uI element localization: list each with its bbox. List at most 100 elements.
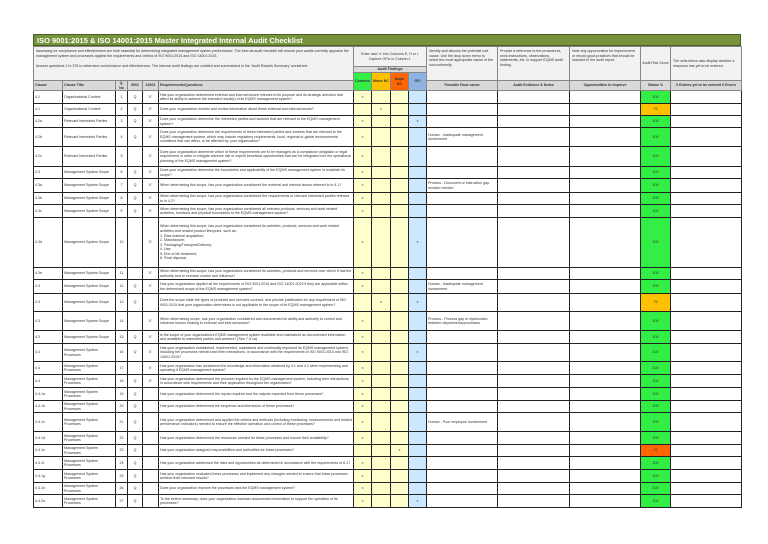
- opportunities-cell[interactable]: [569, 469, 642, 484]
- minor-nc-cell[interactable]: [371, 217, 392, 269]
- root-cause-cell[interactable]: [426, 456, 499, 471]
- audit-evidence-cell[interactable]: [497, 279, 571, 295]
- audit-evidence-cell[interactable]: [497, 494, 571, 509]
- audit-evidence-cell[interactable]: [497, 456, 571, 471]
- conform-cell[interactable]: x: [353, 330, 373, 345]
- minor-nc-cell[interactable]: [371, 178, 392, 194]
- ofi-cell[interactable]: [408, 204, 428, 219]
- ofi-cell[interactable]: [408, 482, 428, 496]
- minor-nc-cell[interactable]: [371, 469, 392, 484]
- ofi-cell[interactable]: [408, 469, 428, 484]
- minor-nc-cell[interactable]: [371, 204, 392, 219]
- root-cause-cell[interactable]: [426, 192, 499, 206]
- major-nc-cell[interactable]: [390, 166, 410, 180]
- opportunities-cell[interactable]: [569, 400, 642, 414]
- major-nc-cell[interactable]: [390, 400, 410, 414]
- conform-cell[interactable]: x: [353, 115, 373, 129]
- root-cause-cell[interactable]: Human - Inadequate management involvemen…: [426, 127, 499, 148]
- ofi-cell[interactable]: [408, 412, 428, 433]
- ofi-cell[interactable]: [408, 311, 428, 332]
- ofi-cell[interactable]: [408, 103, 428, 117]
- minor-nc-cell[interactable]: [371, 330, 392, 345]
- ofi-cell[interactable]: [408, 192, 428, 206]
- minor-nc-cell[interactable]: [371, 192, 392, 206]
- audit-evidence-cell[interactable]: [497, 166, 571, 180]
- root-cause-cell[interactable]: [426, 374, 499, 389]
- minor-nc-cell[interactable]: [371, 343, 392, 363]
- major-nc-cell[interactable]: [390, 469, 410, 484]
- audit-evidence-cell[interactable]: [497, 267, 571, 281]
- major-nc-cell[interactable]: [390, 103, 410, 117]
- opportunities-cell[interactable]: [569, 115, 642, 129]
- minor-nc-cell[interactable]: [371, 400, 392, 414]
- opportunities-cell[interactable]: [569, 166, 642, 180]
- root-cause-cell[interactable]: [426, 204, 499, 219]
- conform-cell[interactable]: x: [353, 494, 373, 509]
- ofi-cell[interactable]: [408, 166, 428, 180]
- opportunities-cell[interactable]: [569, 431, 642, 446]
- root-cause-cell[interactable]: [426, 494, 499, 509]
- opportunities-cell[interactable]: [569, 361, 642, 376]
- opportunities-cell[interactable]: [569, 494, 642, 509]
- audit-evidence-cell[interactable]: [497, 431, 571, 446]
- minor-nc-cell[interactable]: [371, 127, 392, 148]
- conform-cell[interactable]: x: [353, 192, 373, 206]
- major-nc-cell[interactable]: [390, 456, 410, 471]
- root-cause-cell[interactable]: [426, 431, 499, 446]
- audit-evidence-cell[interactable]: [497, 482, 571, 496]
- opportunities-cell[interactable]: [569, 482, 642, 496]
- conform-cell[interactable]: x: [353, 469, 373, 484]
- minor-nc-cell[interactable]: [371, 412, 392, 433]
- ofi-cell[interactable]: [408, 444, 428, 458]
- conform-cell[interactable]: x: [353, 387, 373, 402]
- ofi-cell[interactable]: [408, 279, 428, 295]
- conform-cell[interactable]: x: [353, 166, 373, 180]
- minor-nc-cell[interactable]: [371, 146, 392, 168]
- ofi-cell[interactable]: x: [408, 494, 428, 509]
- opportunities-cell[interactable]: [569, 456, 642, 471]
- conform-cell[interactable]: x: [353, 146, 373, 168]
- opportunities-cell[interactable]: [569, 311, 642, 332]
- root-cause-cell[interactable]: [426, 166, 499, 180]
- opportunities-cell[interactable]: [569, 279, 642, 295]
- root-cause-cell[interactable]: [426, 115, 499, 129]
- minor-nc-cell[interactable]: [371, 444, 392, 458]
- major-nc-cell[interactable]: [390, 431, 410, 446]
- conform-cell[interactable]: x: [353, 400, 373, 414]
- ofi-cell[interactable]: x: [408, 217, 428, 269]
- minor-nc-cell[interactable]: [371, 456, 392, 471]
- ofi-cell[interactable]: x: [408, 293, 428, 313]
- audit-evidence-cell[interactable]: [497, 127, 571, 148]
- minor-nc-cell[interactable]: [371, 494, 392, 509]
- root-cause-cell[interactable]: [426, 469, 499, 484]
- opportunities-cell[interactable]: [569, 103, 642, 117]
- root-cause-cell[interactable]: Human - Inadequate management involvemen…: [426, 279, 499, 295]
- audit-evidence-cell[interactable]: [497, 90, 571, 105]
- opportunities-cell[interactable]: [569, 387, 642, 402]
- root-cause-cell[interactable]: [426, 103, 499, 117]
- minor-nc-cell[interactable]: [371, 267, 392, 281]
- root-cause-cell[interactable]: Human - Poor employee involvement: [426, 412, 499, 433]
- major-nc-cell[interactable]: [390, 178, 410, 194]
- opportunities-cell[interactable]: [569, 204, 642, 219]
- minor-nc-cell[interactable]: [371, 361, 392, 376]
- minor-nc-cell[interactable]: [371, 115, 392, 129]
- root-cause-cell[interactable]: [426, 330, 499, 345]
- conform-cell[interactable]: [353, 293, 373, 313]
- opportunities-cell[interactable]: [569, 374, 642, 389]
- major-nc-cell[interactable]: [390, 217, 410, 269]
- audit-evidence-cell[interactable]: [497, 469, 571, 484]
- opportunities-cell[interactable]: [569, 127, 642, 148]
- ofi-cell[interactable]: [408, 431, 428, 446]
- audit-evidence-cell[interactable]: [497, 178, 571, 194]
- root-cause-cell[interactable]: Process - Process gap or dysfunction bet…: [426, 311, 499, 332]
- major-nc-cell[interactable]: [390, 374, 410, 389]
- audit-evidence-cell[interactable]: [497, 374, 571, 389]
- conform-cell[interactable]: x: [353, 178, 373, 194]
- conform-cell[interactable]: x: [353, 217, 373, 269]
- ofi-cell[interactable]: [408, 178, 428, 194]
- conform-cell[interactable]: x: [353, 204, 373, 219]
- conform-cell[interactable]: x: [353, 482, 373, 496]
- major-nc-cell[interactable]: [390, 267, 410, 281]
- audit-evidence-cell[interactable]: [497, 400, 571, 414]
